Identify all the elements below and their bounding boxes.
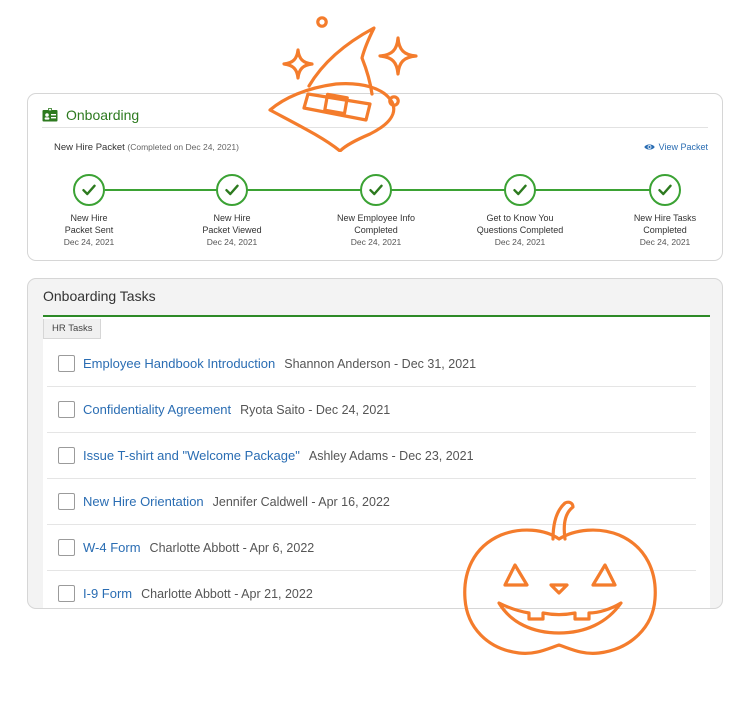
packet-completed-status: (Completed on Dec 24, 2021): [127, 142, 239, 152]
task-link[interactable]: Employee Handbook Introduction: [83, 356, 275, 371]
task-link[interactable]: Confidentiality Agreement: [83, 402, 231, 417]
step-circle: [649, 174, 681, 206]
step-circle: [504, 174, 536, 206]
tab-hr-tasks[interactable]: HR Tasks: [43, 319, 102, 339]
step-label-line2: Packet Viewed: [202, 225, 262, 235]
task-checkbox[interactable]: [58, 539, 75, 556]
step-circle: [73, 174, 105, 206]
step-label-line1: New Hire: [213, 213, 251, 223]
onboarding-title: Onboarding: [66, 107, 140, 123]
task-link[interactable]: W-4 Form: [83, 540, 141, 555]
step-label-line1: New Hire: [70, 213, 108, 223]
checkmark-icon: [658, 184, 672, 196]
step-label-line2: Questions Completed: [476, 225, 564, 235]
step-get-to-know-you: Get to Know You Questions Completed Dec …: [460, 174, 580, 248]
tasks-title: Onboarding Tasks: [43, 288, 156, 304]
checkmark-icon: [513, 184, 527, 196]
task-meta: Shannon Anderson - Dec 31, 2021: [284, 356, 477, 371]
eye-icon: [643, 144, 655, 150]
task-link[interactable]: I-9 Form: [83, 586, 132, 601]
checkmark-icon: [225, 184, 239, 196]
task-checkbox[interactable]: [58, 355, 75, 372]
checkmark-icon: [82, 184, 96, 196]
step-date: Dec 24, 2021: [350, 237, 402, 247]
step-date: Dec 24, 2021: [639, 237, 691, 247]
step-date: Dec 24, 2021: [63, 237, 115, 247]
step-new-hire-tasks: New Hire Tasks Completed Dec 24, 2021: [605, 174, 725, 248]
task-row: Issue T-shirt and "Welcome Package" Ashl…: [47, 433, 696, 479]
task-checkbox[interactable]: [58, 493, 75, 510]
packet-status-row: New Hire Packet (Completed on Dec 24, 20…: [54, 142, 239, 153]
task-checkbox[interactable]: [58, 585, 75, 602]
task-checkbox[interactable]: [58, 447, 75, 464]
step-label-line1: Get to Know You: [486, 213, 554, 223]
step-label-line2: Packet Sent: [64, 225, 114, 235]
task-meta: Jennifer Caldwell - Apr 16, 2022: [212, 494, 390, 509]
jack-o-lantern-icon: [463, 500, 657, 655]
step-circle: [216, 174, 248, 206]
task-row: Confidentiality Agreement Ryota Saito - …: [47, 387, 696, 433]
step-packet-viewed: New Hire Packet Viewed Dec 24, 2021: [172, 174, 292, 248]
onboarding-header: Onboarding: [42, 107, 139, 123]
step-employee-info: New Employee Info Completed Dec 24, 2021: [316, 174, 436, 248]
step-label-line2: Completed: [643, 225, 687, 235]
task-meta: Charlotte Abbott - Apr 21, 2022: [141, 586, 313, 601]
task-link[interactable]: Issue T-shirt and "Welcome Package": [83, 448, 300, 463]
task-meta: Charlotte Abbott - Apr 6, 2022: [149, 540, 315, 555]
step-label-line2: Completed: [354, 225, 398, 235]
view-packet-label: View Packet: [658, 142, 708, 152]
id-card-icon: [42, 108, 58, 122]
step-date: Dec 24, 2021: [494, 237, 546, 247]
view-packet-link[interactable]: View Packet: [643, 142, 708, 152]
step-date: Dec 24, 2021: [206, 237, 258, 247]
step-circle: [360, 174, 392, 206]
witch-hat-icon: [268, 16, 418, 152]
task-row: Employee Handbook Introduction Shannon A…: [47, 341, 696, 387]
step-label-line1: New Hire Tasks: [633, 213, 697, 223]
step-label-line1: New Employee Info: [336, 213, 416, 223]
task-meta: Ryota Saito - Dec 24, 2021: [240, 402, 391, 417]
task-link[interactable]: New Hire Orientation: [83, 494, 204, 509]
task-meta: Ashley Adams - Dec 23, 2021: [308, 448, 474, 463]
step-packet-sent: New Hire Packet Sent Dec 24, 2021: [29, 174, 149, 248]
packet-label: New Hire Packet: [54, 142, 125, 153]
task-checkbox[interactable]: [58, 401, 75, 418]
checkmark-icon: [369, 184, 383, 196]
